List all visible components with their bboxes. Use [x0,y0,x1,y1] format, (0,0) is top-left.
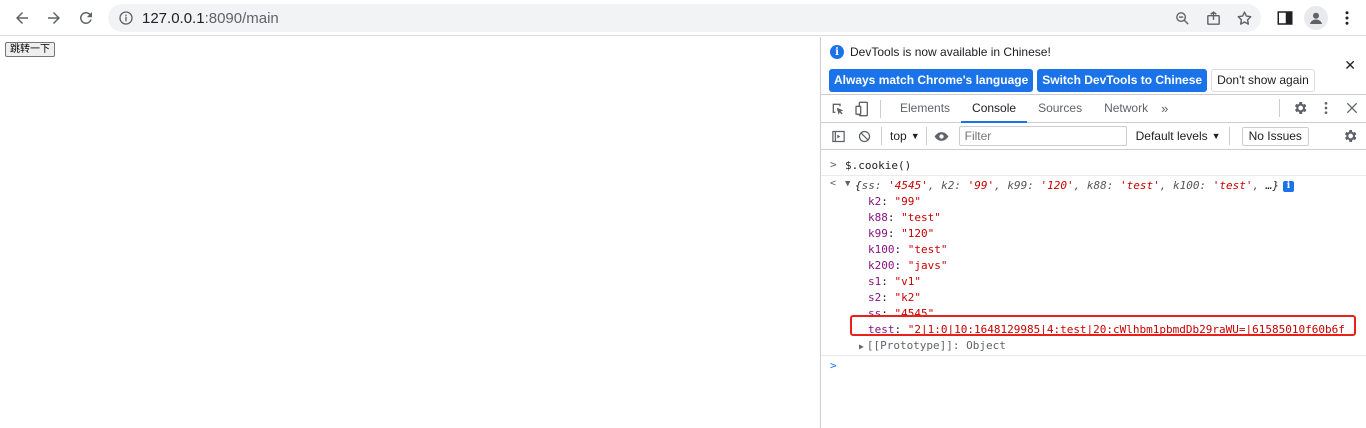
log-levels-dropdown[interactable]: Default levels ▼ [1136,129,1221,143]
tab-sources[interactable]: Sources [1027,95,1093,122]
browser-toolbar: 127.0.0.1:8090/main [0,0,1366,36]
reload-button[interactable] [72,4,100,32]
chevron-down-icon: ▼ [910,131,920,141]
separator [821,355,1366,356]
console-command: $.cookie() [845,159,912,172]
issues-button[interactable]: No Issues [1241,126,1309,146]
console-input-entry: > $.cookie() [821,158,1366,173]
person-icon [1310,12,1322,24]
info-icon: i [830,45,844,59]
dont-show-again-button[interactable]: Don't show again [1211,69,1315,92]
console-toolbar: top ▼ Default levels ▼ No Issues [821,123,1366,150]
result-prompt-icon: < [830,178,837,189]
console-filter-input[interactable] [958,126,1127,146]
expand-triangle-icon[interactable]: ▼ [845,179,850,189]
separator [821,175,1366,176]
settings-gear-icon[interactable] [1292,100,1308,116]
separator [925,127,927,145]
site-info-icon[interactable] [118,10,134,26]
property-row: k200: "javs" [868,259,948,272]
prototype-row[interactable]: ▶ [[Prototype]]: Object [859,339,1006,352]
devtools-panel: i DevTools is now available in Chinese! … [820,37,1366,428]
property-row: k99: "120" [868,227,935,240]
highlight-annotation [850,315,1356,336]
tab-network[interactable]: Network [1093,95,1159,122]
inspect-element-icon[interactable] [828,99,848,119]
property-row: k100: "test" [868,243,948,256]
property-row: s1: "v1" [868,275,921,288]
share-icon[interactable] [1205,10,1222,27]
profile-avatar[interactable] [1304,6,1328,30]
side-panel-icon[interactable] [1276,9,1294,27]
console-settings-icon[interactable] [1342,128,1358,147]
customize-more-icon[interactable] [1318,100,1334,116]
close-devtools-icon[interactable] [1344,100,1360,116]
page-viewport: 跳转一下 [0,37,820,428]
infobar-message: DevTools is now available in Chinese! [850,45,1051,59]
context-label: top [890,129,907,143]
property-row: k88: "test" [868,211,941,224]
forward-button[interactable] [40,4,68,32]
live-expression-eye-icon[interactable] [933,127,951,145]
reload-icon [79,11,92,24]
device-toolbar-icon[interactable] [852,99,872,119]
separator [1279,99,1280,117]
more-vert-icon[interactable] [1338,9,1356,27]
context-selector[interactable]: top ▼ [890,129,920,143]
match-language-button[interactable]: Always match Chrome's language [829,69,1034,92]
separator [880,99,881,118]
console-result-entry[interactable]: < ▼ {ss: '4545', k2: '99', k99: '120', k… [821,178,1366,193]
object-summary: {ss: '4545', k2: '99', k99: '120', k88: … [855,179,1294,192]
url-path: :8090/main [204,9,279,27]
console-prompt-icon[interactable]: > [830,359,837,372]
language-infobar: i DevTools is now available in Chinese! … [821,37,1366,95]
log-levels-label: Default levels [1135,129,1208,143]
property-row: s2: "k2" [868,291,921,304]
jump-button[interactable]: 跳转一下 [5,42,55,57]
clear-console-icon[interactable] [855,127,873,145]
back-button[interactable] [8,4,36,32]
property-row: k2: "99" [868,195,921,208]
tab-console[interactable]: Console [961,95,1028,123]
info-badge-icon[interactable]: i [1283,180,1294,192]
more-tabs-icon[interactable]: » [1161,101,1168,116]
input-prompt-icon: > [830,158,837,171]
url-host: 127.0.0.1 [142,9,205,27]
tab-elements[interactable]: Elements [889,95,961,122]
infobar-close-icon[interactable]: ✕ [1344,57,1356,74]
arrow-left-icon [16,11,28,24]
separator [1228,127,1230,145]
zoom-icon[interactable] [1174,10,1191,27]
switch-language-button[interactable]: Switch DevTools to Chinese [1037,69,1208,92]
devtools-tabbar: Elements Console Sources Network » [821,95,1366,123]
arrow-right-icon [48,11,60,24]
expand-triangle-icon[interactable]: ▶ [859,342,864,351]
address-bar[interactable]: 127.0.0.1:8090/main [108,4,1261,32]
chevron-down-icon: ▼ [1211,131,1221,141]
url-text[interactable]: 127.0.0.1:8090/main [142,10,279,27]
separator [881,127,882,145]
sidebar-toggle-icon[interactable] [829,127,847,145]
bookmark-star-icon[interactable] [1236,10,1253,27]
